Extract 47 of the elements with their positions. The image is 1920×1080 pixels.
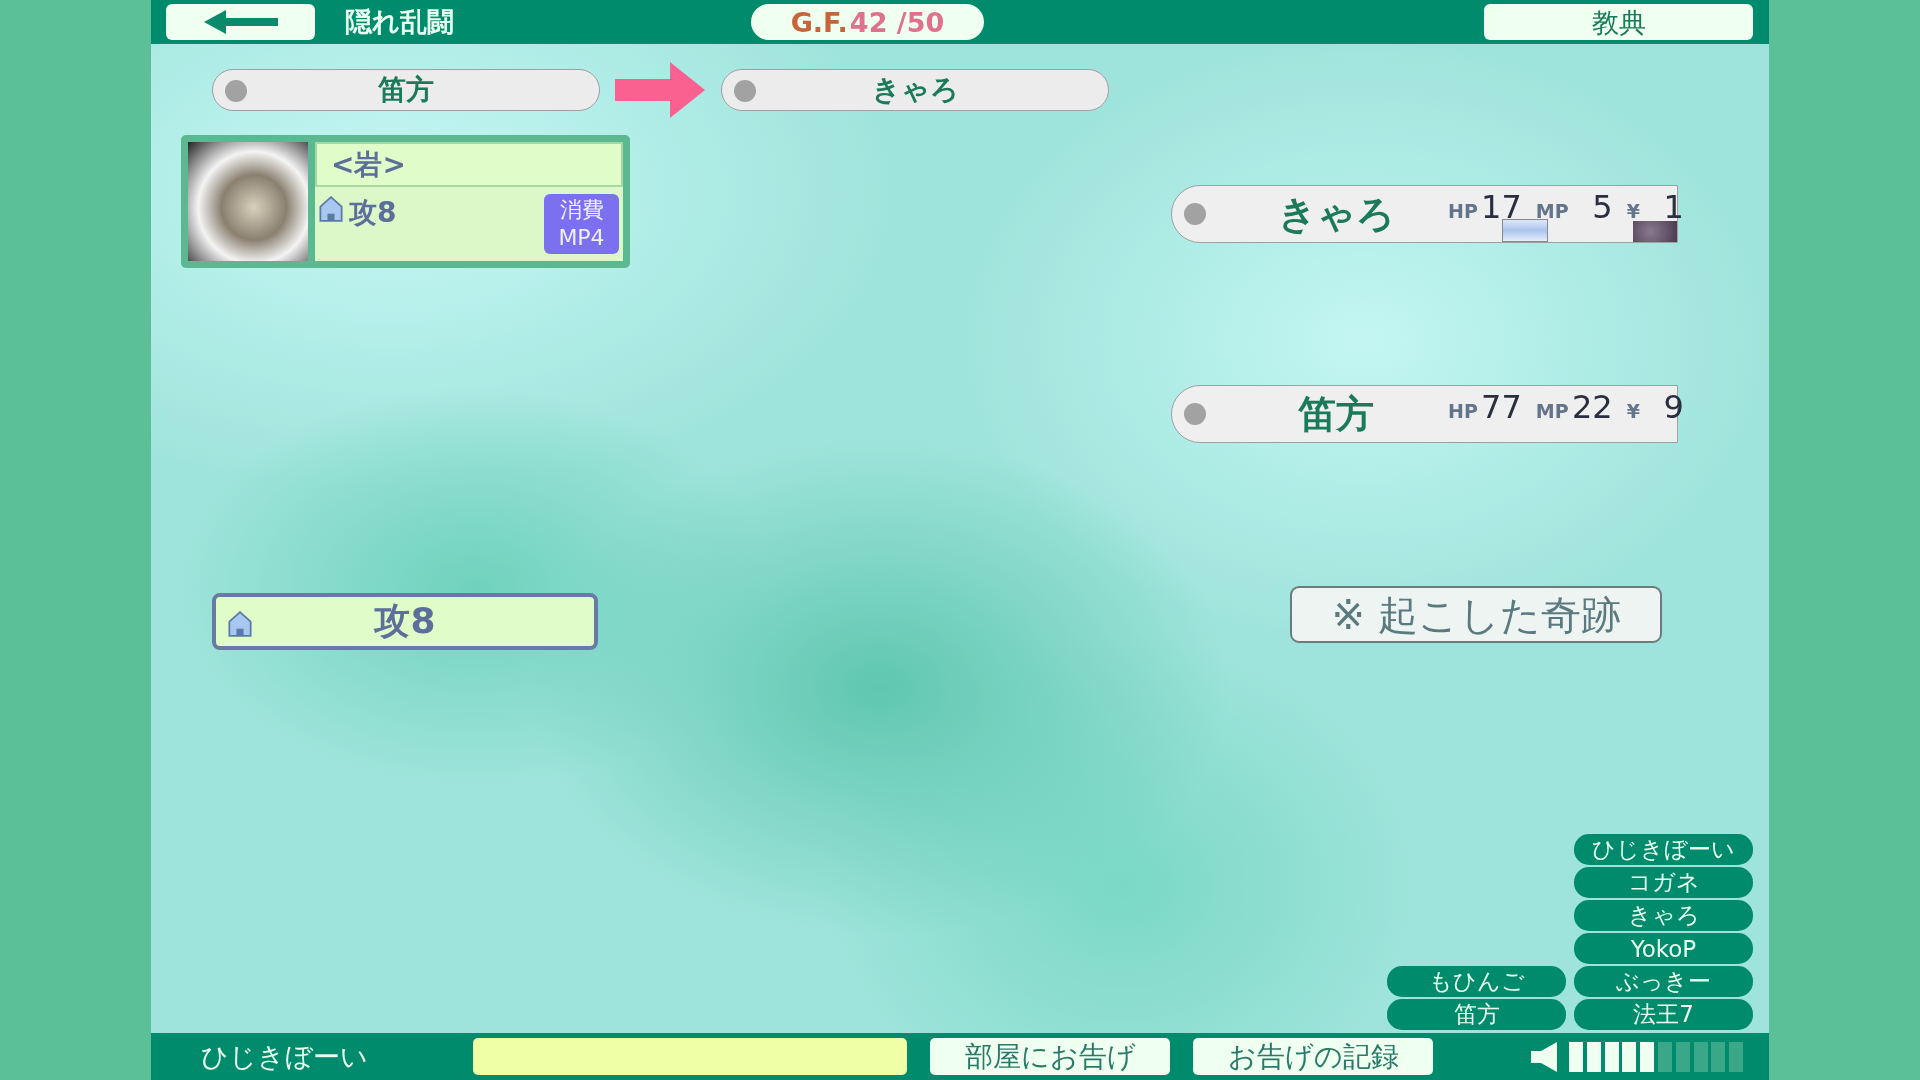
status-dot-icon [1184, 203, 1206, 225]
gf-counter: G.F.42 /50 [751, 4, 984, 40]
miracles-button[interactable]: ※ 起こした奇跡 [1290, 586, 1662, 643]
money-label: ¥ [1626, 200, 1640, 222]
player-name: きゃろ [1276, 191, 1396, 238]
player-name-button[interactable]: 笛方 [1387, 999, 1566, 1030]
codex-button[interactable]: 教典 [1484, 4, 1753, 40]
player-name-button[interactable]: きゃろ [1574, 900, 1753, 931]
status-effect-icon [1502, 219, 1548, 242]
card-name: <岩> [315, 142, 623, 187]
money-value: 9 [1662, 388, 1684, 426]
turn-to-player: きゃろ [721, 69, 1109, 111]
back-button[interactable] [166, 4, 315, 40]
player-name-button[interactable]: もひんご [1387, 966, 1566, 997]
card-effect: 攻8 [349, 195, 397, 231]
mp-value: 5 [1591, 188, 1613, 226]
mp-label: MP [1535, 400, 1569, 422]
player-name-button[interactable]: YokoP [1574, 933, 1753, 964]
player-name-button[interactable]: ひじきぼーい [1574, 834, 1753, 865]
status-effect-icon [1633, 221, 1677, 242]
cost-badge: 消費 MP4 [544, 194, 619, 254]
room-title: 隠れ乱闘 [345, 5, 454, 39]
status-dot-icon [1184, 403, 1206, 425]
selected-skill[interactable]: 攻8 [212, 593, 598, 650]
player-name-button[interactable]: ぶっきー [1574, 966, 1753, 997]
left-arrow-icon [203, 10, 278, 34]
player-name-button[interactable]: コガネ [1574, 867, 1753, 898]
hp-label: HP [1448, 400, 1478, 422]
announce-button[interactable]: 部屋にお告げ [930, 1038, 1170, 1075]
house-icon [319, 196, 343, 222]
money-label: ¥ [1626, 400, 1640, 422]
hp-value: 17 [1480, 188, 1522, 226]
hp-label: HP [1448, 200, 1478, 222]
mp-value: 22 [1570, 388, 1613, 426]
announce-log-button[interactable]: お告げの記録 [1193, 1038, 1433, 1075]
money-value: 1 [1662, 188, 1684, 226]
hp-value: 77 [1480, 388, 1522, 426]
speaker-icon[interactable] [1531, 1041, 1557, 1072]
player-name-button[interactable]: 法王7 [1574, 999, 1753, 1030]
right-arrow-icon [615, 62, 705, 118]
player-name: 笛方 [1297, 391, 1375, 438]
house-icon [228, 611, 252, 637]
turn-from-player: 笛方 [212, 69, 600, 111]
mp-label: MP [1535, 200, 1569, 222]
user-name: ひじきぼーい [201, 1039, 369, 1074]
miracle-card[interactable]: <岩> 攻8 消費 MP4 [181, 135, 630, 268]
message-input-field[interactable] [473, 1038, 907, 1075]
